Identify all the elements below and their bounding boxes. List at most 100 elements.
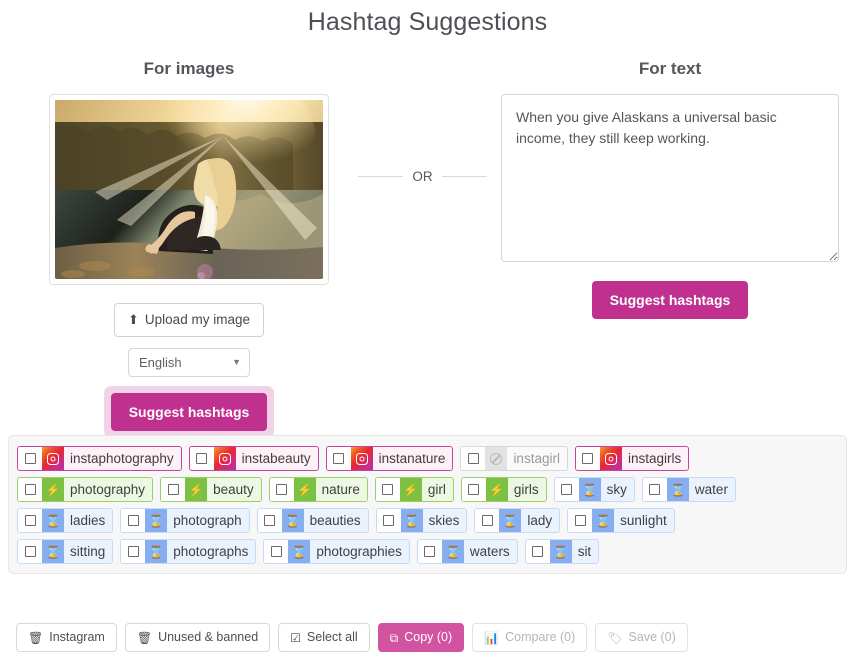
hashtag-tag[interactable]: ⌛ photograph xyxy=(120,508,250,533)
hashtag-label: photographs xyxy=(167,540,256,563)
copy-icon: ⧉ xyxy=(389,630,399,645)
hourglass-icon: ⌛ xyxy=(445,544,461,559)
hashtag-checkbox[interactable] xyxy=(475,509,500,532)
hashtag-checkbox[interactable] xyxy=(18,540,42,563)
hashtag-tag[interactable]: instanature xyxy=(325,446,454,471)
hashtag-tag[interactable]: ⚡ nature xyxy=(268,477,368,502)
hashtag-checkbox[interactable] xyxy=(161,478,186,501)
hashtag-label: photographies xyxy=(310,540,409,563)
hashtag-tag[interactable]: ⚡ beauty xyxy=(160,477,262,502)
toolbar-button-instagram[interactable]: 🗑 Instagram xyxy=(16,623,117,652)
hashtag-label: water xyxy=(688,478,735,501)
hashtag-checkbox[interactable] xyxy=(417,540,442,563)
hourglass-icon: ⌛ xyxy=(285,513,301,528)
hashtag-checkbox[interactable] xyxy=(642,478,667,501)
hashtag-row: ⌛ sitting ⌛ photographs ⌛ photographies ⌛ water… xyxy=(17,539,838,564)
hashtag-label: instagirl xyxy=(507,447,567,470)
hashtag-tag[interactable]: ⌛ photographies xyxy=(263,539,410,564)
tag-icon: 🏷 xyxy=(607,630,623,645)
hourglass-icon: ⌛ xyxy=(670,482,686,497)
hashtag-label: sunlight xyxy=(614,509,674,532)
hashtag-label: girl xyxy=(421,478,453,501)
image-preview-frame[interactable] xyxy=(49,94,329,285)
toolbar-button-label: Unused & banned xyxy=(158,630,259,645)
hashtag-tag[interactable]: ⌛ photographs xyxy=(120,539,257,564)
hashtag-tag[interactable]: instagirl xyxy=(460,446,568,471)
toolbar-button-select-all[interactable]: ☑ Select all xyxy=(278,623,370,652)
hourglass-icon: ⌛ xyxy=(595,513,611,528)
hashtag-checkbox[interactable] xyxy=(461,478,486,501)
bolt-icon: ⚡ xyxy=(188,482,204,497)
hashtag-tag[interactable]: ⌛ lady xyxy=(474,508,561,533)
hashtag-checkbox[interactable] xyxy=(18,509,42,532)
hashtag-label: beauty xyxy=(207,478,261,501)
hashtag-tag[interactable]: ⌛ waters xyxy=(416,539,518,564)
toolbar-button-unused-banned[interactable]: 🗑 Unused & banned xyxy=(124,623,271,652)
hashtag-tag[interactable]: instagirls xyxy=(574,446,690,471)
hashtag-checkbox[interactable] xyxy=(18,447,42,470)
hashtag-label: girls xyxy=(507,478,546,501)
hashtag-checkbox[interactable] xyxy=(189,447,214,470)
hashtag-checkbox[interactable] xyxy=(575,447,600,470)
text-input[interactable] xyxy=(501,94,839,262)
instagram-icon xyxy=(218,452,231,465)
hashtag-checkbox[interactable] xyxy=(375,478,400,501)
hashtag-checkbox[interactable] xyxy=(264,540,289,563)
toolbar-button-copy-0[interactable]: ⧉ Copy (0) xyxy=(377,623,465,652)
suggest-hashtags-text-button[interactable]: Suggest hashtags xyxy=(591,281,749,319)
hashtag-label: sky xyxy=(600,478,634,501)
upload-my-image-button[interactable]: ⬆ Upload my image xyxy=(114,303,264,337)
hashtag-label: sit xyxy=(571,540,599,563)
hashtag-badge: ⚡ xyxy=(293,478,316,501)
hashtag-tag[interactable]: ⌛ sit xyxy=(524,539,600,564)
hashtag-tag[interactable]: instaphotography xyxy=(17,446,182,471)
hourglass-icon: ⌛ xyxy=(582,482,598,497)
hashtag-checkbox[interactable] xyxy=(18,478,42,501)
hashtag-checkbox[interactable] xyxy=(376,509,401,532)
image-preview xyxy=(55,100,323,279)
hashtag-tag[interactable]: ⚡ photography xyxy=(17,477,154,502)
hashtag-label: instaphotography xyxy=(64,447,181,470)
text-column: For text Suggest hashtags xyxy=(501,59,839,319)
hourglass-icon: ⌛ xyxy=(148,513,164,528)
checkbox-checked-icon: ☑ xyxy=(290,630,301,645)
instagram-icon xyxy=(47,452,59,465)
hashtag-tag[interactable]: instabeauty xyxy=(188,446,319,471)
instagram-icon xyxy=(355,452,368,465)
hashtag-label: ladies xyxy=(64,509,113,532)
hashtag-checkbox[interactable] xyxy=(121,540,146,563)
hashtag-checkbox[interactable] xyxy=(121,509,146,532)
hashtag-tag[interactable]: ⌛ ladies xyxy=(17,508,114,533)
toolbar-button-label: Copy (0) xyxy=(404,630,453,645)
hashtag-label: photography xyxy=(64,478,153,501)
hashtag-checkbox[interactable] xyxy=(461,447,486,470)
upload-icon: ⬆ xyxy=(128,312,139,328)
hashtag-checkbox[interactable] xyxy=(269,478,294,501)
hashtag-row: ⌛ ladies ⌛ photograph ⌛ beauties ⌛ skies ⌛ lady ⌛ s… xyxy=(17,508,838,533)
hashtag-checkbox[interactable] xyxy=(326,447,351,470)
hourglass-icon: ⌛ xyxy=(553,544,569,559)
hashtag-checkbox[interactable] xyxy=(257,509,282,532)
hashtag-tag[interactable]: ⌛ water xyxy=(641,477,736,502)
hashtag-badge: ⌛ xyxy=(441,540,464,563)
hashtag-tag[interactable]: ⌛ sitting xyxy=(17,539,114,564)
hashtag-badge: ⌛ xyxy=(145,509,168,532)
hashtag-label: instagirls xyxy=(621,447,689,470)
hashtag-tag[interactable]: ⚡ girls xyxy=(460,477,547,502)
hashtag-tag[interactable]: ⌛ skies xyxy=(375,508,468,533)
language-select[interactable]: English xyxy=(128,347,250,377)
suggest-hashtags-image-button[interactable]: Suggest hashtags xyxy=(110,392,268,431)
hashtag-checkbox[interactable] xyxy=(554,478,579,501)
hashtag-checkbox[interactable] xyxy=(568,509,593,532)
hashtag-tag[interactable]: ⌛ sky xyxy=(553,477,635,502)
hashtag-label: nature xyxy=(315,478,367,501)
hashtag-label: instabeauty xyxy=(235,447,318,470)
hashtag-badge: ⌛ xyxy=(666,478,689,501)
hashtag-tag[interactable]: ⌛ sunlight xyxy=(567,508,675,533)
hourglass-icon: ⌛ xyxy=(291,544,307,559)
hashtag-tag[interactable]: ⌛ beauties xyxy=(256,508,369,533)
hashtag-tag[interactable]: ⚡ girl xyxy=(374,477,454,502)
hashtag-badge: ⚡ xyxy=(399,478,422,501)
hashtag-checkbox[interactable] xyxy=(525,540,550,563)
images-column-heading: For images xyxy=(143,59,235,78)
